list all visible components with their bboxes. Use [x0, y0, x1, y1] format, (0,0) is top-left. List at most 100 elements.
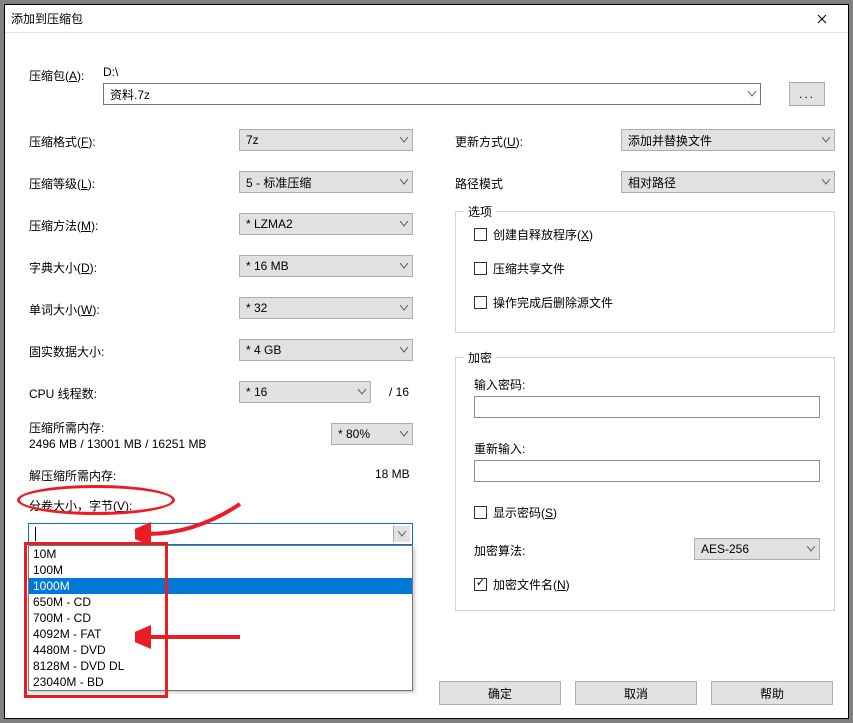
archive-name-input[interactable]: 资料.7z	[103, 83, 761, 105]
volume-option[interactable]: 4092M - FAT	[29, 626, 412, 642]
titlebar: 添加到压缩包	[5, 5, 848, 33]
volume-input-value	[31, 526, 393, 542]
pathmode-value: 相对路径	[628, 174, 676, 191]
chevron-down-icon	[400, 263, 408, 269]
algo-value: AES-256	[701, 542, 749, 556]
chevron-down-icon	[400, 179, 408, 185]
volume-dropdown-list: 10M100M1000M650M - CD700M - CD4092M - FA…	[28, 545, 413, 691]
format-value: 7z	[246, 133, 259, 147]
chevron-down-icon	[358, 389, 366, 395]
format-label: 压缩格式(F):	[29, 133, 96, 150]
volume-option[interactable]: 8128M - DVD DL	[29, 658, 412, 674]
algo-select[interactable]: AES-256	[694, 538, 820, 560]
memdecomp-label: 解压缩所需内存:	[29, 467, 116, 484]
share-checkbox-row[interactable]: 压缩共享文件	[474, 260, 565, 277]
delsrc-checkbox-row[interactable]: 操作完成后删除源文件	[474, 294, 613, 311]
level-label: 压缩等级(L):	[29, 175, 95, 192]
encryption-legend: 加密	[464, 349, 496, 366]
volume-label: 分卷大小，字节(V):	[29, 497, 132, 514]
volume-option[interactable]: 23040M - BD	[29, 674, 412, 690]
solid-value: * 4 GB	[246, 343, 281, 357]
archive-label: 压缩包(A):	[29, 67, 84, 84]
pathmode-label: 路径模式	[455, 175, 503, 192]
dict-label: 字典大小(D):	[29, 259, 97, 276]
memcomp-label: 压缩所需内存:	[29, 419, 104, 436]
share-checkbox[interactable]	[474, 262, 487, 275]
ok-button[interactable]: 确定	[439, 681, 561, 705]
volume-option[interactable]: 10M	[29, 546, 412, 562]
showpw-checkbox[interactable]	[474, 506, 487, 519]
cpu-label: CPU 线程数:	[29, 385, 97, 402]
showpw-checkbox-row[interactable]: 显示密码(S)	[474, 504, 557, 521]
chevron-down-icon	[400, 431, 408, 437]
password2-input[interactable]	[474, 460, 820, 482]
pathmode-select[interactable]: 相对路径	[621, 171, 835, 193]
chevron-down-icon	[400, 221, 408, 227]
password2-label: 重新输入:	[474, 440, 525, 457]
chevron-down-icon	[822, 179, 830, 185]
volume-option[interactable]: 4480M - DVD	[29, 642, 412, 658]
level-select[interactable]: 5 - 标准压缩	[239, 171, 413, 193]
mempct-value: * 80%	[338, 427, 370, 441]
share-label: 压缩共享文件	[493, 260, 565, 277]
text-cursor	[35, 527, 36, 541]
cpu-value: * 16	[246, 385, 267, 399]
encnames-checkbox-row[interactable]: 加密文件名(N)	[474, 576, 570, 593]
update-label: 更新方式(U):	[455, 133, 523, 150]
solid-label: 固实数据大小:	[29, 343, 104, 360]
word-value: * 32	[246, 301, 267, 315]
close-button[interactable]	[802, 7, 842, 31]
format-select[interactable]: 7z	[239, 129, 413, 151]
dialog-window: 添加到压缩包 压缩包(A): D:\ 资料.7z ... 压缩格式(F): 7z…	[4, 4, 849, 719]
dict-value: * 16 MB	[246, 259, 289, 273]
showpw-label: 显示密码(S)	[493, 504, 557, 521]
password-label: 输入密码:	[474, 376, 525, 393]
help-button[interactable]: 帮助	[711, 681, 833, 705]
mempct-select[interactable]: * 80%	[331, 423, 413, 445]
sfx-checkbox[interactable]	[474, 228, 487, 241]
cpu-select[interactable]: * 16	[239, 381, 371, 403]
chevron-down-icon	[398, 531, 406, 537]
delsrc-checkbox[interactable]	[474, 296, 487, 309]
update-value: 添加并替换文件	[628, 132, 712, 149]
volume-combobox[interactable]	[28, 523, 413, 545]
chevron-down-icon	[400, 305, 408, 311]
method-label: 压缩方法(M):	[29, 217, 98, 234]
method-value: * LZMA2	[246, 217, 293, 231]
chevron-down-icon	[822, 137, 830, 143]
password-input[interactable]	[474, 396, 820, 418]
update-select[interactable]: 添加并替换文件	[621, 129, 835, 151]
encnames-checkbox[interactable]	[474, 578, 487, 591]
word-label: 单词大小(W):	[29, 301, 100, 318]
cpu-total: / 16	[389, 385, 409, 399]
word-select[interactable]: * 32	[239, 297, 413, 319]
encnames-label: 加密文件名(N)	[493, 576, 570, 593]
algo-label: 加密算法:	[474, 542, 525, 559]
sfx-checkbox-row[interactable]: 创建自释放程序(X)	[474, 226, 593, 243]
dialog-content: 压缩包(A): D:\ 资料.7z ... 压缩格式(F): 7z 压缩等级(L…	[5, 33, 848, 718]
memcomp-value: 2496 MB / 13001 MB / 16251 MB	[29, 437, 206, 451]
chevron-down-icon	[400, 137, 408, 143]
browse-button[interactable]: ...	[789, 82, 825, 106]
archive-name-value: 资料.7z	[110, 86, 150, 103]
options-legend: 选项	[464, 203, 496, 220]
volume-option[interactable]: 700M - CD	[29, 610, 412, 626]
sfx-label: 创建自释放程序(X)	[493, 226, 593, 243]
cancel-button[interactable]: 取消	[575, 681, 697, 705]
solid-select[interactable]: * 4 GB	[239, 339, 413, 361]
volume-dropdown-button[interactable]	[393, 526, 410, 542]
dict-select[interactable]: * 16 MB	[239, 255, 413, 277]
method-select[interactable]: * LZMA2	[239, 213, 413, 235]
volume-option[interactable]: 1000M	[29, 578, 412, 594]
level-value: 5 - 标准压缩	[246, 174, 311, 191]
chevron-down-icon	[400, 347, 408, 353]
archive-path: D:\	[103, 65, 118, 79]
chevron-down-icon	[748, 91, 756, 97]
delsrc-label: 操作完成后删除源文件	[493, 294, 613, 311]
memdecomp-value: 18 MB	[375, 467, 410, 481]
volume-option[interactable]: 100M	[29, 562, 412, 578]
encryption-fieldset: 加密 输入密码: 重新输入: 显示密码(S) 加密算法: AES-256 加密文…	[455, 357, 835, 611]
volume-option[interactable]: 650M - CD	[29, 594, 412, 610]
close-icon	[817, 14, 827, 24]
window-title: 添加到压缩包	[11, 10, 802, 27]
